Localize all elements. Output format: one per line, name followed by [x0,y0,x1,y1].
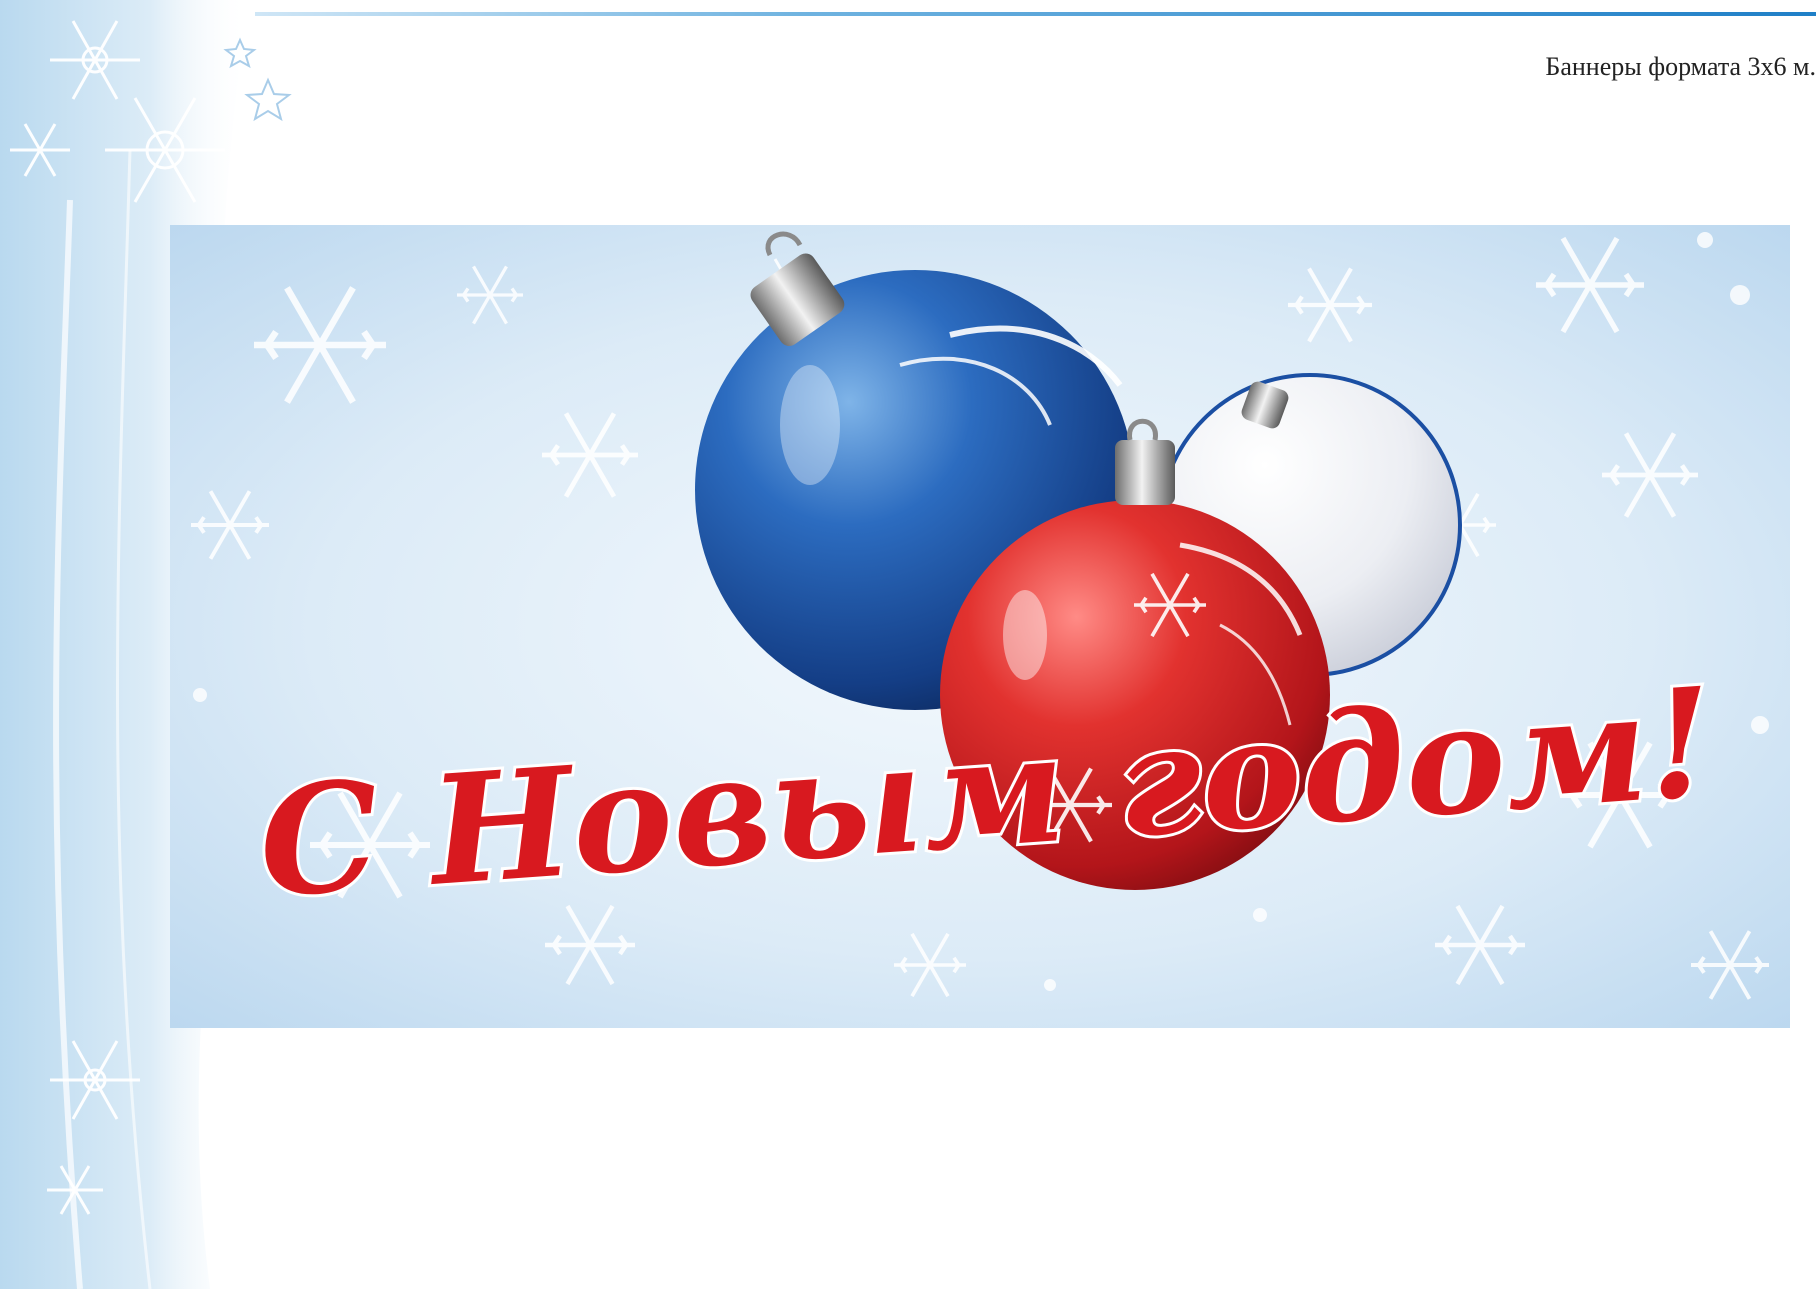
document-caption: Баннеры формата 3х6 м. [1545,52,1816,81]
top-divider-line [255,12,1816,16]
star-icon [244,77,292,122]
new-year-banner: С Новым годом! [170,225,1790,1028]
banner-artwork: С Новым годом! [170,225,1790,1028]
